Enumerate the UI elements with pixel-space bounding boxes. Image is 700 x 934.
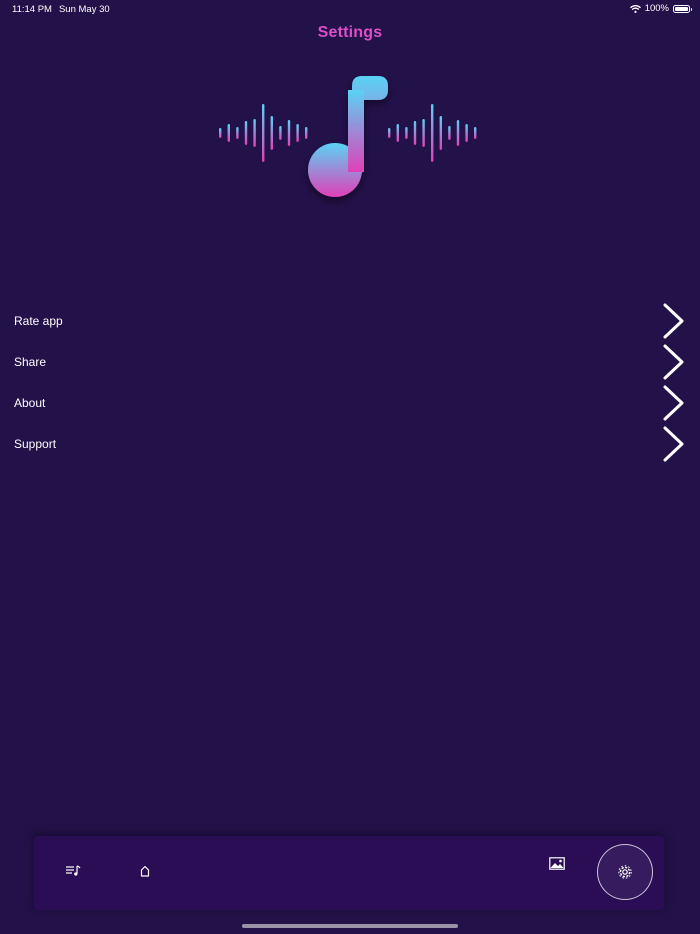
battery-icon [673, 4, 692, 13]
waveform-bar [236, 127, 239, 139]
playlist-icon [66, 865, 81, 876]
status-bar: 11:14 PM Sun May 30 100% [0, 0, 700, 18]
wifi-icon [629, 4, 641, 13]
waveform-bar [305, 127, 308, 139]
menu-item-rate-app[interactable]: Rate app [0, 300, 700, 341]
tab-settings[interactable] [597, 844, 653, 900]
waveform-right [388, 104, 477, 162]
chevron-right-icon[interactable] [662, 302, 686, 340]
status-date: Sun May 30 [58, 4, 110, 15]
settings-menu: Rate app Share About Support [0, 300, 700, 464]
waveform-bar [219, 128, 222, 138]
waveform-left [219, 104, 308, 162]
home-icon [140, 865, 150, 877]
waveform-bar [439, 116, 442, 150]
waveform-bar [431, 104, 434, 162]
music-note-logo-icon [219, 76, 477, 197]
music-note [308, 76, 388, 197]
status-left: 11:14 PM Sun May 30 [12, 4, 110, 15]
chevron-right-icon[interactable] [662, 343, 686, 381]
image-icon [549, 856, 565, 870]
battery-fill [675, 6, 688, 11]
chevron-right-icon[interactable] [662, 425, 686, 463]
waveform-bar [296, 124, 299, 142]
waveform-bar [413, 121, 417, 145]
waveform-bar [405, 127, 408, 139]
tab-playlist[interactable] [62, 862, 84, 880]
menu-item-share[interactable]: Share [0, 341, 700, 382]
page-title: Settings [317, 24, 383, 41]
waveform-bar [388, 128, 391, 138]
tab-home[interactable] [136, 862, 154, 880]
home-indicator [242, 924, 458, 928]
menu-item-label: Support [14, 436, 57, 451]
menu-item-label: Share [14, 354, 47, 369]
waveform-bar [253, 119, 256, 147]
tab-bar [34, 836, 664, 910]
status-right: 100% [629, 3, 692, 14]
menu-item-label: Rate app [14, 313, 63, 328]
waveform-bar [270, 116, 273, 150]
menu-item-label: About [14, 395, 46, 410]
waveform-bar [227, 124, 230, 142]
waveform-bar [422, 119, 425, 147]
menu-item-about[interactable]: About [0, 382, 700, 423]
waveform-bar [262, 104, 265, 162]
settings-screen: 11:14 PM Sun May 30 100% Settings Rate a… [0, 0, 700, 934]
status-time: 11:14 PM [12, 4, 52, 15]
waveform-bar [287, 120, 291, 146]
waveform-bar [456, 120, 460, 146]
chevron-right-icon[interactable] [662, 384, 686, 422]
waveform-bar [279, 126, 282, 140]
menu-item-support[interactable]: Support [0, 423, 700, 464]
gear-icon [618, 865, 632, 879]
waveform-bar [448, 126, 451, 140]
waveform-bar [396, 124, 399, 142]
waveform-bar [474, 127, 477, 139]
battery-percent: 100% [644, 3, 669, 14]
waveform-bar [465, 124, 468, 142]
tab-gallery[interactable] [546, 854, 568, 872]
waveform-bar [244, 121, 248, 145]
